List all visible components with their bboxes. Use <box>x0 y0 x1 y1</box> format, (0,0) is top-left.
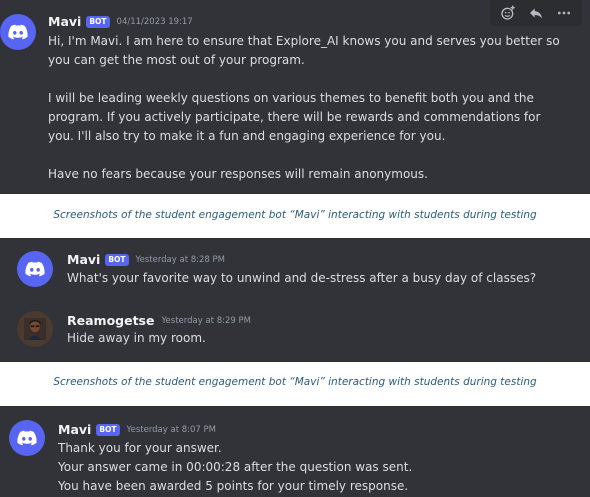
message-line: Your answer came in 00:00:28 after the q… <box>58 460 413 474</box>
message-line: Have no fears because your responses wil… <box>48 167 428 181</box>
bot-avatar[interactable] <box>0 14 36 50</box>
message-panel-question: Mavi BOT Yesterday at 8:28 PM What's you… <box>0 238 590 362</box>
message-line: You have been awarded 5 points for your … <box>58 479 409 493</box>
user-avatar[interactable] <box>17 311 53 347</box>
message-line: program. If you actively participate, th… <box>48 110 541 124</box>
bot-avatar[interactable] <box>9 420 45 456</box>
discord-logo-icon <box>17 430 37 446</box>
author-name[interactable]: Mavi <box>48 14 81 29</box>
author-name[interactable]: Mavi <box>67 252 100 267</box>
figure-caption: Screenshots of the student engagement bo… <box>53 376 537 388</box>
bot-badge: BOT <box>96 423 120 436</box>
message-panel-intro: Mavi BOT 04/11/2023 19:17 Hi, I'm Mavi. … <box>0 0 590 194</box>
message-timestamp[interactable]: 04/11/2023 19:17 <box>117 17 193 27</box>
more-options-icon[interactable] <box>556 5 572 21</box>
message-toolbar <box>490 0 582 26</box>
message-timestamp[interactable]: Yesterday at 8:07 PM <box>127 425 216 435</box>
message-content: What's your favorite way to unwind and d… <box>67 271 537 285</box>
message-content: Hi, I'm Mavi. I am here to ensure that E… <box>48 32 560 184</box>
message-content: Hide away in my room. <box>67 331 206 345</box>
discord-logo-icon <box>8 24 28 40</box>
message-line: you can get the most out of your program… <box>48 53 305 67</box>
add-reaction-icon[interactable] <box>500 5 516 21</box>
user-portrait-icon <box>24 318 46 340</box>
message-content: Thank you for your answer. Your answer c… <box>58 439 412 496</box>
message-timestamp[interactable]: Yesterday at 8:29 PM <box>161 316 250 326</box>
bot-avatar[interactable] <box>17 251 53 287</box>
message-header: Mavi BOT 04/11/2023 19:17 <box>48 14 193 29</box>
message-header: Mavi BOT Yesterday at 8:28 PM <box>67 252 225 267</box>
message-timestamp[interactable]: Yesterday at 8:28 PM <box>136 255 225 265</box>
author-name[interactable]: Mavi <box>58 422 91 437</box>
message-header: Reamogetse Yesterday at 8:29 PM <box>67 313 251 328</box>
figure-caption: Screenshots of the student engagement bo… <box>53 209 537 221</box>
discord-logo-icon <box>25 261 45 277</box>
message-line: you. I'll also try to make it a fun and … <box>48 129 446 143</box>
message-line: Thank you for your answer. <box>58 441 222 455</box>
reply-icon[interactable] <box>528 5 544 21</box>
message-panel-reward: Mavi BOT Yesterday at 8:07 PM Thank you … <box>0 406 590 497</box>
message-line: I will be leading weekly questions on va… <box>48 91 534 105</box>
author-name[interactable]: Reamogetse <box>67 313 154 328</box>
message-line: Hi, I'm Mavi. I am here to ensure that E… <box>48 34 560 48</box>
bot-badge: BOT <box>105 253 129 266</box>
message-header: Mavi BOT Yesterday at 8:07 PM <box>58 422 216 437</box>
bot-badge: BOT <box>86 15 110 28</box>
